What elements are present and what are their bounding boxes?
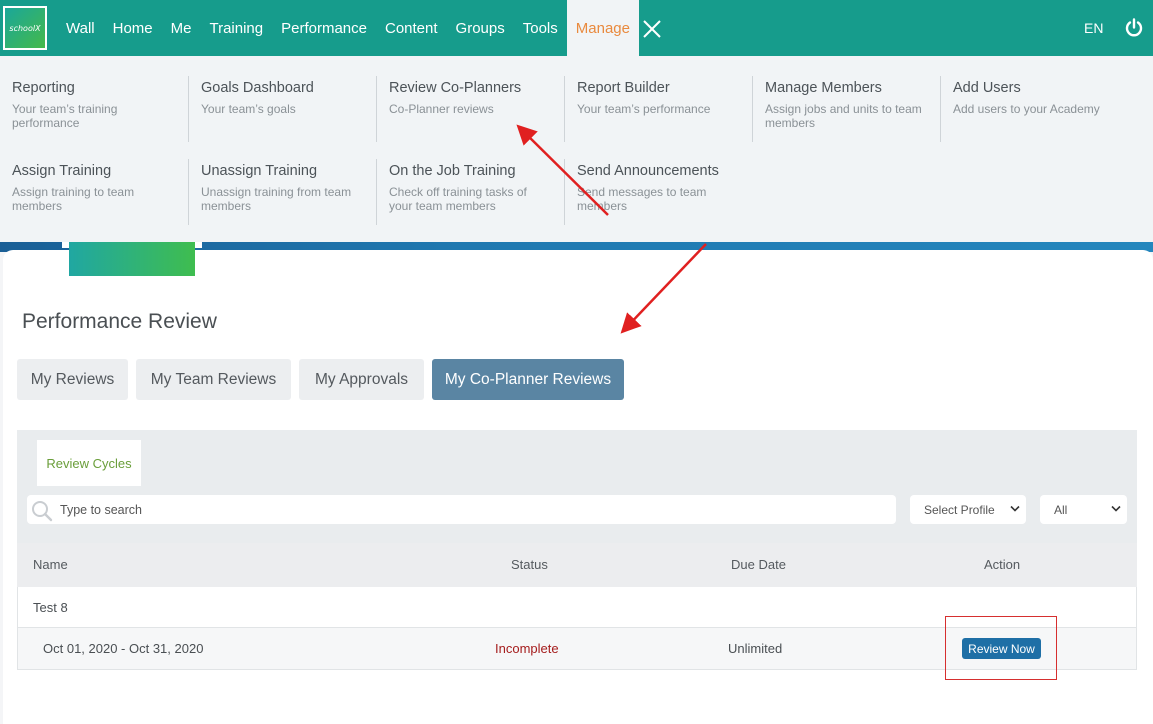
nav-item-content[interactable]: Content <box>376 0 447 56</box>
menu-item-manage-members[interactable]: Manage Members Assign jobs and units to … <box>752 76 940 142</box>
review-group-name: Test 8 <box>33 600 68 615</box>
academy-logo[interactable]: schoolX <box>3 6 47 50</box>
menu-item-desc: Add users to your Academy <box>953 102 1100 116</box>
menu-item-title: Review Co-Planners <box>389 80 522 96</box>
status-select[interactable]: All <box>1040 495 1127 524</box>
review-cycle-dates: Oct 01, 2020 - Oct 31, 2020 <box>43 641 204 656</box>
close-menu-icon[interactable] <box>641 18 663 40</box>
nav-item-groups[interactable]: Groups <box>447 0 514 56</box>
menu-item-desc: Assign jobs and units to team members <box>765 102 922 130</box>
menu-item-review-co-planners[interactable]: Review Co-Planners Co-Planner reviews <box>376 76 564 142</box>
manage-dropdown-menu: Reporting Your team’s training performan… <box>0 56 1153 242</box>
menu-item-desc: Co-Planner reviews <box>389 102 494 116</box>
column-header-name[interactable]: Name <box>33 557 68 572</box>
profile-select[interactable]: Select Profile <box>910 495 1026 524</box>
top-nav-bar: schoolX Wall Home Me Training Performanc… <box>0 0 1153 56</box>
menu-item-desc: Unassign training from team members <box>201 185 352 213</box>
menu-item-title: Reporting <box>12 80 75 96</box>
logo-text: schoolX <box>9 23 41 33</box>
due-date-value: Unlimited <box>728 641 783 656</box>
page-title: Performance Review <box>22 310 217 333</box>
menu-item-send-announcements[interactable]: Send Announcements Send messages to team… <box>564 159 752 225</box>
banner-accent-overlay <box>69 246 195 276</box>
menu-item-desc: Assign training to team members <box>12 185 135 213</box>
menu-item-desc: Your team’s training performance <box>12 102 118 130</box>
menu-item-add-users[interactable]: Add Users Add users to your Academy <box>940 76 1140 142</box>
nav-item-me[interactable]: Me <box>162 0 201 56</box>
nav-item-performance[interactable]: Performance <box>272 0 376 56</box>
menu-item-desc: Check off training tasks of your team me… <box>389 185 527 213</box>
menu-item-title: Manage Members <box>765 80 882 96</box>
menu-item-assign-training[interactable]: Assign Training Assign training to team … <box>0 159 188 225</box>
column-header-status[interactable]: Status <box>511 557 548 572</box>
tab-my-approvals[interactable]: My Approvals <box>299 359 424 400</box>
chevron-down-icon <box>1111 505 1121 512</box>
status-select-value: All <box>1054 502 1068 517</box>
menu-item-title: Goals Dashboard <box>201 80 314 96</box>
nav-item-wall[interactable]: Wall <box>57 0 104 56</box>
tab-my-team-reviews[interactable]: My Team Reviews <box>136 359 291 400</box>
search-input[interactable] <box>60 498 890 522</box>
tab-my-co-planner-reviews[interactable]: My Co-Planner Reviews <box>432 359 624 400</box>
language-selector[interactable]: EN <box>1084 20 1103 36</box>
menu-item-title: Report Builder <box>577 80 670 96</box>
menu-item-title: Unassign Training <box>201 163 318 179</box>
column-header-action: Action <box>984 557 1021 572</box>
highlight-box <box>945 616 1057 680</box>
menu-item-title: Assign Training <box>12 163 112 179</box>
menu-item-desc: Your team’s goals <box>201 102 296 116</box>
tab-review-cycles[interactable]: Review Cycles <box>37 440 141 486</box>
nav-item-home[interactable]: Home <box>104 0 162 56</box>
menu-item-report-builder[interactable]: Report Builder Your team’s performance <box>564 76 752 142</box>
menu-item-title: On the Job Training <box>389 163 516 179</box>
menu-item-unassign-training[interactable]: Unassign Training Unassign training from… <box>188 159 376 225</box>
nav-item-training[interactable]: Training <box>200 0 272 56</box>
chevron-down-icon <box>1010 505 1020 512</box>
menu-item-on-the-job-training[interactable]: On the Job Training Check off training t… <box>376 159 564 225</box>
column-header-due-date[interactable]: Due Date <box>731 557 786 572</box>
menu-item-desc: Send messages to team members <box>577 185 707 213</box>
nav-items: Wall Home Me Training Performance Conten… <box>57 0 639 56</box>
profile-select-value: Select Profile <box>924 502 995 517</box>
search-icon <box>32 501 53 522</box>
menu-item-goals-dashboard[interactable]: Goals Dashboard Your team’s goals <box>188 76 376 142</box>
table-header <box>17 543 1137 587</box>
nav-item-tools[interactable]: Tools <box>514 0 567 56</box>
menu-item-title: Send Announcements <box>577 163 719 179</box>
menu-item-reporting[interactable]: Reporting Your team’s training performan… <box>0 76 188 142</box>
nav-item-manage[interactable]: Manage <box>566 0 639 56</box>
power-icon[interactable] <box>1124 18 1144 38</box>
menu-item-title: Add Users <box>953 80 1021 96</box>
menu-item-desc: Your team’s performance <box>577 102 711 116</box>
status-badge: Incomplete <box>495 641 559 656</box>
tab-my-reviews[interactable]: My Reviews <box>17 359 128 400</box>
